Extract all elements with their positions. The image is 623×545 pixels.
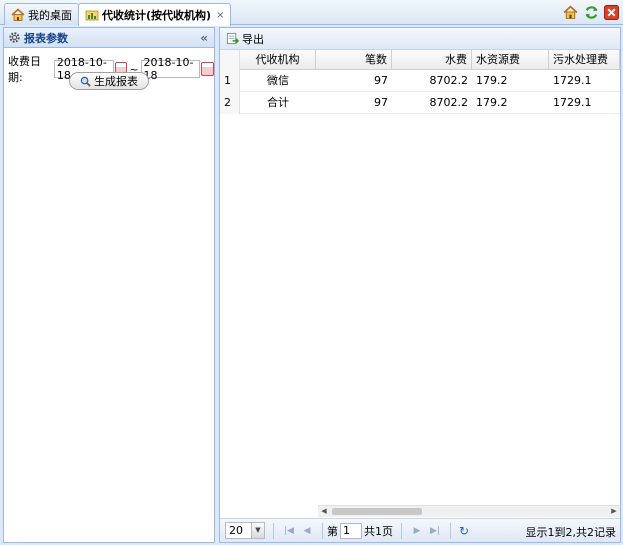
close-icon[interactable]: × (216, 10, 224, 21)
separator (273, 522, 274, 539)
end-date-field[interactable]: 2018-10-18 (140, 56, 201, 82)
page-size-select[interactable]: 20 ▼ (225, 522, 265, 539)
cell-org: 合计 (267, 96, 289, 109)
grid-body: 1 微信 97 8702.2 179.2 1729.1 2 合计 97 8702… (220, 70, 620, 114)
close-icon (604, 5, 619, 20)
export-icon (226, 32, 239, 45)
scroll-left-icon[interactable]: ◀ (318, 506, 330, 517)
collapse-button[interactable]: « (200, 31, 208, 45)
scroll-right-icon[interactable]: ▶ (608, 506, 620, 517)
tab-my-desktop[interactable]: 我的桌面 (4, 3, 79, 25)
cell-sewage-fee: 1729.1 (553, 96, 592, 109)
record-info: 显示1到2,共2记录 (525, 526, 617, 539)
page-prefix: 第 (327, 524, 338, 538)
refresh-icon[interactable]: ↻ (459, 524, 469, 538)
cell-water-fee: 8702.2 (429, 74, 469, 87)
panel-title: 报表参数 (24, 31, 68, 45)
prev-page-icon[interactable]: ◀ (300, 524, 314, 538)
row-number: 2 (220, 92, 240, 114)
calendar-icon[interactable] (201, 62, 215, 76)
chevron-down-icon[interactable]: ▼ (251, 523, 264, 538)
column-header[interactable]: 水资源费 (472, 50, 549, 70)
column-header[interactable]: 水费 (392, 50, 472, 70)
gear-icon (9, 32, 20, 43)
panel-header: 报表参数 (4, 28, 214, 48)
table-row[interactable]: 2 合计 97 8702.2 179.2 1729.1 (220, 92, 620, 114)
grid-toolbar: 导出 (220, 28, 620, 50)
next-page-icon[interactable]: ▶ (410, 524, 424, 538)
tab-label: 我的桌面 (28, 8, 72, 22)
tab-collection-stats[interactable]: 代收统计(按代收机构) × (78, 3, 232, 26)
folder-chart-icon (85, 10, 99, 21)
separator (322, 522, 323, 539)
pagination-bar: 20 ▼ |◀ ◀ 第 1 共1页 ▶ ▶| ↻ 显示1到2,共2记录 (220, 518, 620, 542)
first-page-icon[interactable]: |◀ (282, 524, 296, 538)
page-number-input[interactable]: 1 (340, 522, 362, 539)
home-icon (11, 7, 25, 21)
close-button[interactable] (603, 4, 620, 21)
cell-water-fee: 8702.2 (429, 96, 469, 109)
generate-report-button[interactable]: 生成报表 (69, 72, 149, 90)
search-icon (80, 76, 91, 87)
column-header[interactable]: 代收机构 (240, 50, 316, 70)
home-button[interactable] (562, 4, 579, 21)
separator (401, 522, 402, 539)
tab-label: 代收统计(按代收机构) (102, 9, 212, 22)
last-page-icon[interactable]: ▶| (428, 524, 442, 538)
tab-bar: 我的桌面 代收统计(按代收机构) × (0, 0, 623, 26)
separator (450, 522, 451, 539)
cell-org: 微信 (267, 74, 289, 87)
column-header[interactable]: 笔数 (316, 50, 392, 70)
cell-resource-fee: 179.2 (476, 96, 508, 109)
row-number: 1 (220, 70, 240, 92)
cell-count: 97 (374, 96, 388, 109)
grid-header: 代收机构 笔数 水费 水资源费 污水处理费 (220, 50, 620, 70)
date-label: 收费日期: (8, 55, 41, 84)
cell-count: 97 (374, 74, 388, 87)
table-row[interactable]: 1 微信 97 8702.2 179.2 1729.1 (220, 70, 620, 92)
refresh-icon (585, 6, 598, 19)
horizontal-scrollbar[interactable]: ◀ ▶ (318, 505, 620, 517)
refresh-button[interactable] (583, 4, 600, 21)
cell-sewage-fee: 1729.1 (553, 74, 592, 87)
export-button[interactable]: 导出 (226, 31, 264, 47)
home-icon (563, 5, 578, 19)
rownum-header (220, 50, 240, 70)
report-params-panel: 报表参数 « 收费日期: 2018-10-18 ~ 2018-10-18 生成报… (3, 27, 215, 543)
page-total: 共1页 (364, 524, 393, 538)
column-header[interactable]: 污水处理费 (549, 50, 620, 70)
report-grid-panel: 导出 代收机构 笔数 水费 水资源费 污水处理费 1 微信 97 8702.2 … (219, 27, 621, 543)
scroll-thumb[interactable] (332, 508, 422, 515)
cell-resource-fee: 179.2 (476, 74, 508, 87)
